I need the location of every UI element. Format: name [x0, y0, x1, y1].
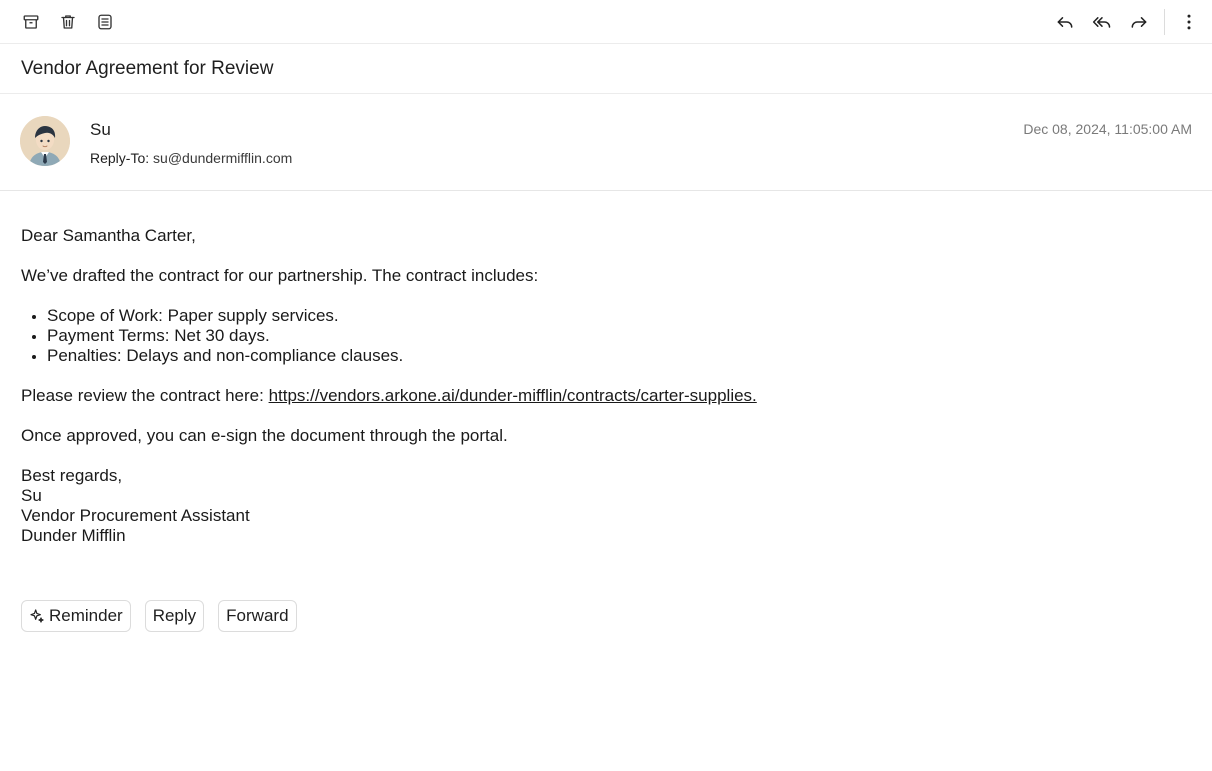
intro-paragraph: We’ve drafted the contract for our partn…	[21, 266, 539, 285]
reply-to-line: Reply-To: su@dundermifflin.com	[90, 150, 292, 166]
trash-icon[interactable]	[57, 11, 79, 33]
signoff: Best regards,	[21, 466, 123, 485]
list-item: Penalties: Delays and non-compliance cla…	[29, 346, 1191, 366]
signature-title: Vendor Procurement Assistant	[21, 506, 250, 525]
avatar-illustration	[20, 116, 70, 166]
avatar[interactable]	[20, 116, 70, 166]
email-date: Dec 08, 2024, 11:05:00 AM	[1023, 121, 1192, 137]
list-item: Payment Terms: Net 30 days.	[29, 326, 1191, 346]
forward-label: Forward	[226, 606, 289, 625]
sender-name: Su	[90, 120, 111, 139]
contract-link[interactable]: https://vendors.arkone.ai/dunder-mifflin…	[269, 386, 767, 405]
list-item: Scope of Work: Paper supply services.	[29, 306, 1191, 326]
approval-paragraph: Once approved, you can e-sign the docume…	[21, 426, 508, 445]
archive-icon[interactable]	[20, 11, 42, 33]
sender-header: Su Reply-To: su@dundermifflin.com Dec 08…	[0, 94, 1212, 191]
reply-to-label: Reply-To:	[90, 150, 150, 166]
signature-name: Su	[21, 486, 42, 505]
reply-icon[interactable]	[1054, 11, 1076, 33]
email-actions: Reminder Reply Forward	[21, 600, 311, 632]
forward-icon[interactable]	[1128, 11, 1150, 33]
more-vertical-icon[interactable]	[1178, 11, 1200, 33]
toolbar-left-group	[20, 11, 131, 33]
toolbar-divider	[1164, 8, 1165, 35]
review-text: Please review the contract here:	[21, 386, 269, 405]
toolbar-right-group	[1039, 8, 1200, 35]
signature-company: Dunder Mifflin	[21, 526, 126, 545]
reply-all-icon[interactable]	[1091, 11, 1113, 33]
reply-label: Reply	[152, 606, 197, 625]
reply-to-address[interactable]: su@dundermifflin.com	[153, 150, 292, 166]
reminder-button[interactable]: Reminder	[21, 600, 131, 632]
review-paragraph: Please review the contract here: https:/…	[21, 386, 1191, 406]
contract-items-list: Scope of Work: Paper supply services. Pa…	[21, 306, 1191, 366]
email-toolbar	[0, 0, 1212, 44]
list-icon[interactable]	[94, 11, 116, 33]
greeting: Dear Samantha Carter,	[21, 226, 196, 245]
sparkle-icon	[30, 609, 44, 623]
reply-button[interactable]: Reply	[144, 600, 205, 632]
subject-bar: Vendor Agreement for Review	[0, 44, 1212, 94]
email-subject: Vendor Agreement for Review	[21, 57, 274, 79]
reminder-label: Reminder	[49, 606, 123, 625]
email-body: Dear Samantha Carter, We’ve drafted the …	[0, 191, 1212, 546]
forward-button[interactable]: Forward	[218, 600, 297, 632]
